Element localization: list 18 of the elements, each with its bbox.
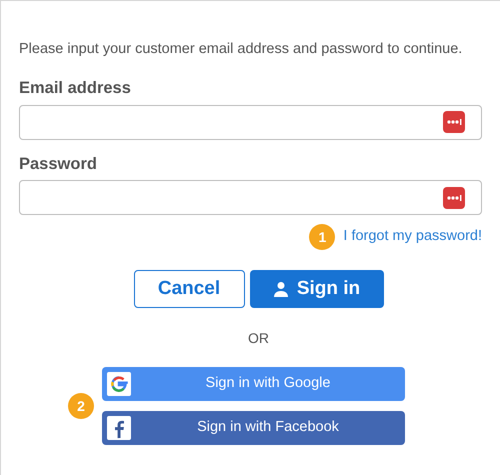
password-manager-icon[interactable] — [443, 186, 465, 209]
google-sign-in-button[interactable]: Sign in with Google — [102, 367, 405, 402]
text-field[interactable] — [19, 104, 482, 140]
password-manager-icon[interactable] — [443, 111, 465, 133]
text-field[interactable] — [19, 180, 482, 216]
facebook-sign-in-button[interactable]: Sign in with Facebook — [102, 411, 405, 446]
field-label: Password — [19, 154, 98, 174]
instruction-text: Please input your customer email address and password to continue. — [19, 40, 464, 59]
or-separator: OR — [247, 329, 269, 348]
step-badge: 1 — [309, 224, 336, 250]
cancel-button[interactable]: Cancel — [134, 270, 244, 308]
forgot-password-link[interactable]: I forgot my password! — [343, 226, 482, 248]
field-label: Email address — [19, 78, 132, 99]
facebook-logo-icon — [107, 416, 131, 440]
sign-in-button[interactable]: Sign in — [250, 270, 384, 308]
user-icon — [272, 281, 289, 298]
step-badge: 2 — [68, 393, 94, 420]
google-logo-icon — [107, 372, 131, 396]
